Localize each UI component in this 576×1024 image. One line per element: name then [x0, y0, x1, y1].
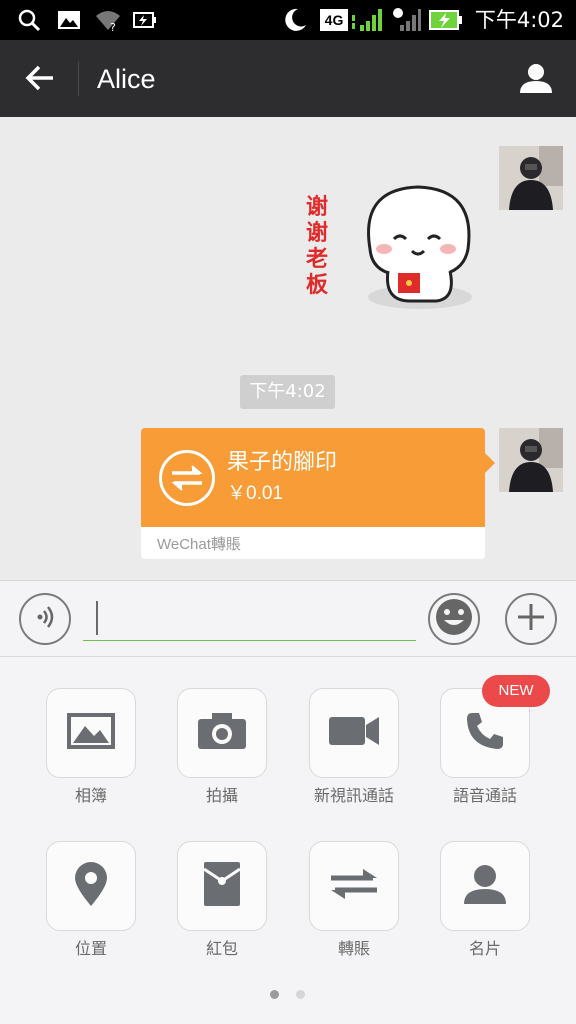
contact-card-button[interactable]	[440, 841, 530, 931]
transfer-button[interactable]	[309, 841, 399, 931]
signal-icon	[350, 6, 390, 34]
location-label: 位置	[74, 939, 107, 958]
transfer-card-footer: WeChat轉賬	[141, 527, 485, 559]
avatar[interactable]	[499, 146, 563, 210]
battery-charging-icon	[428, 6, 464, 34]
moon-icon	[281, 6, 309, 34]
camera-icon	[197, 712, 247, 754]
page-indicator-dot[interactable]	[296, 990, 305, 999]
arrow-left-icon	[25, 65, 55, 95]
transfer-caption: WeChat轉賬	[157, 536, 241, 553]
avatar[interactable]	[499, 428, 563, 492]
album-button[interactable]	[46, 688, 136, 778]
phone-icon	[464, 710, 506, 756]
chat-header: Alice	[0, 40, 576, 117]
wifi-icon: ?	[92, 6, 124, 34]
emoji-button[interactable]	[428, 593, 480, 645]
voice-button[interactable]	[19, 593, 71, 645]
message-input[interactable]	[83, 597, 416, 641]
status-bar: ? 4G 下午4:02	[0, 0, 576, 40]
status-time: 下午4:02	[474, 8, 564, 32]
transfer-icon	[329, 868, 379, 904]
svg-text:?: ?	[110, 21, 116, 32]
attachment-panel: 相簿 拍攝 新視訊通話 語音通話 NEW 位置 紅包 轉賬 名片	[0, 657, 576, 1024]
header-divider	[78, 62, 79, 96]
contact-card-icon	[463, 863, 507, 909]
photo-album-icon	[66, 712, 116, 754]
transfer-amount: ￥0.01	[227, 483, 283, 504]
network-4g-badge: 4G	[320, 9, 348, 31]
album-label: 相簿	[74, 786, 107, 805]
chat-title: Alice	[97, 64, 156, 94]
message-timestamp: 下午4:02	[240, 375, 335, 409]
search-icon	[14, 6, 44, 34]
chat-info-button[interactable]	[514, 58, 558, 102]
emoji-icon	[434, 597, 474, 641]
image-icon	[54, 6, 84, 34]
message-input-bar	[0, 580, 576, 657]
transfer-recipient: 果子的腳印	[227, 450, 338, 475]
bubble-tail	[485, 453, 495, 473]
video-call-icon	[328, 715, 380, 751]
signal-2-icon	[392, 6, 422, 34]
back-button[interactable]	[18, 58, 62, 102]
camera-button[interactable]	[177, 688, 267, 778]
location-pin-icon	[73, 861, 109, 911]
contact-card-label: 名片	[468, 939, 501, 958]
sticker-character	[367, 185, 472, 309]
video-call-label: 新視訊通話	[313, 786, 394, 805]
red-packet-label: 紅包	[205, 939, 238, 958]
voice-icon	[32, 604, 58, 634]
plus-icon	[516, 602, 546, 636]
battery-saver-icon	[132, 6, 158, 34]
voice-call-label: 語音通話	[452, 786, 517, 805]
sticker-text: 谢谢老板	[306, 195, 329, 298]
new-badge: NEW	[482, 675, 550, 707]
more-button[interactable]	[505, 593, 557, 645]
text-caret	[96, 601, 98, 635]
transfer-card-body: 果子的腳印 ￥0.01	[141, 428, 485, 527]
person-icon	[519, 62, 553, 98]
red-packet-button[interactable]	[177, 841, 267, 931]
transfer-arrows-icon	[159, 450, 215, 506]
red-packet-icon	[203, 861, 241, 911]
camera-label: 拍攝	[205, 786, 238, 805]
sticker-message[interactable]: 谢谢老板	[300, 179, 480, 319]
page-indicator-dot-active[interactable]	[270, 990, 279, 999]
transfer-card[interactable]: 果子的腳印 ￥0.01 WeChat轉賬	[141, 428, 485, 559]
video-call-button[interactable]	[309, 688, 399, 778]
location-button[interactable]	[46, 841, 136, 931]
chat-messages[interactable]: 谢谢老板 下午4:02 果子的腳印 ￥0.01 WeChat轉賬	[0, 117, 576, 580]
transfer-label: 轉賬	[337, 939, 370, 958]
